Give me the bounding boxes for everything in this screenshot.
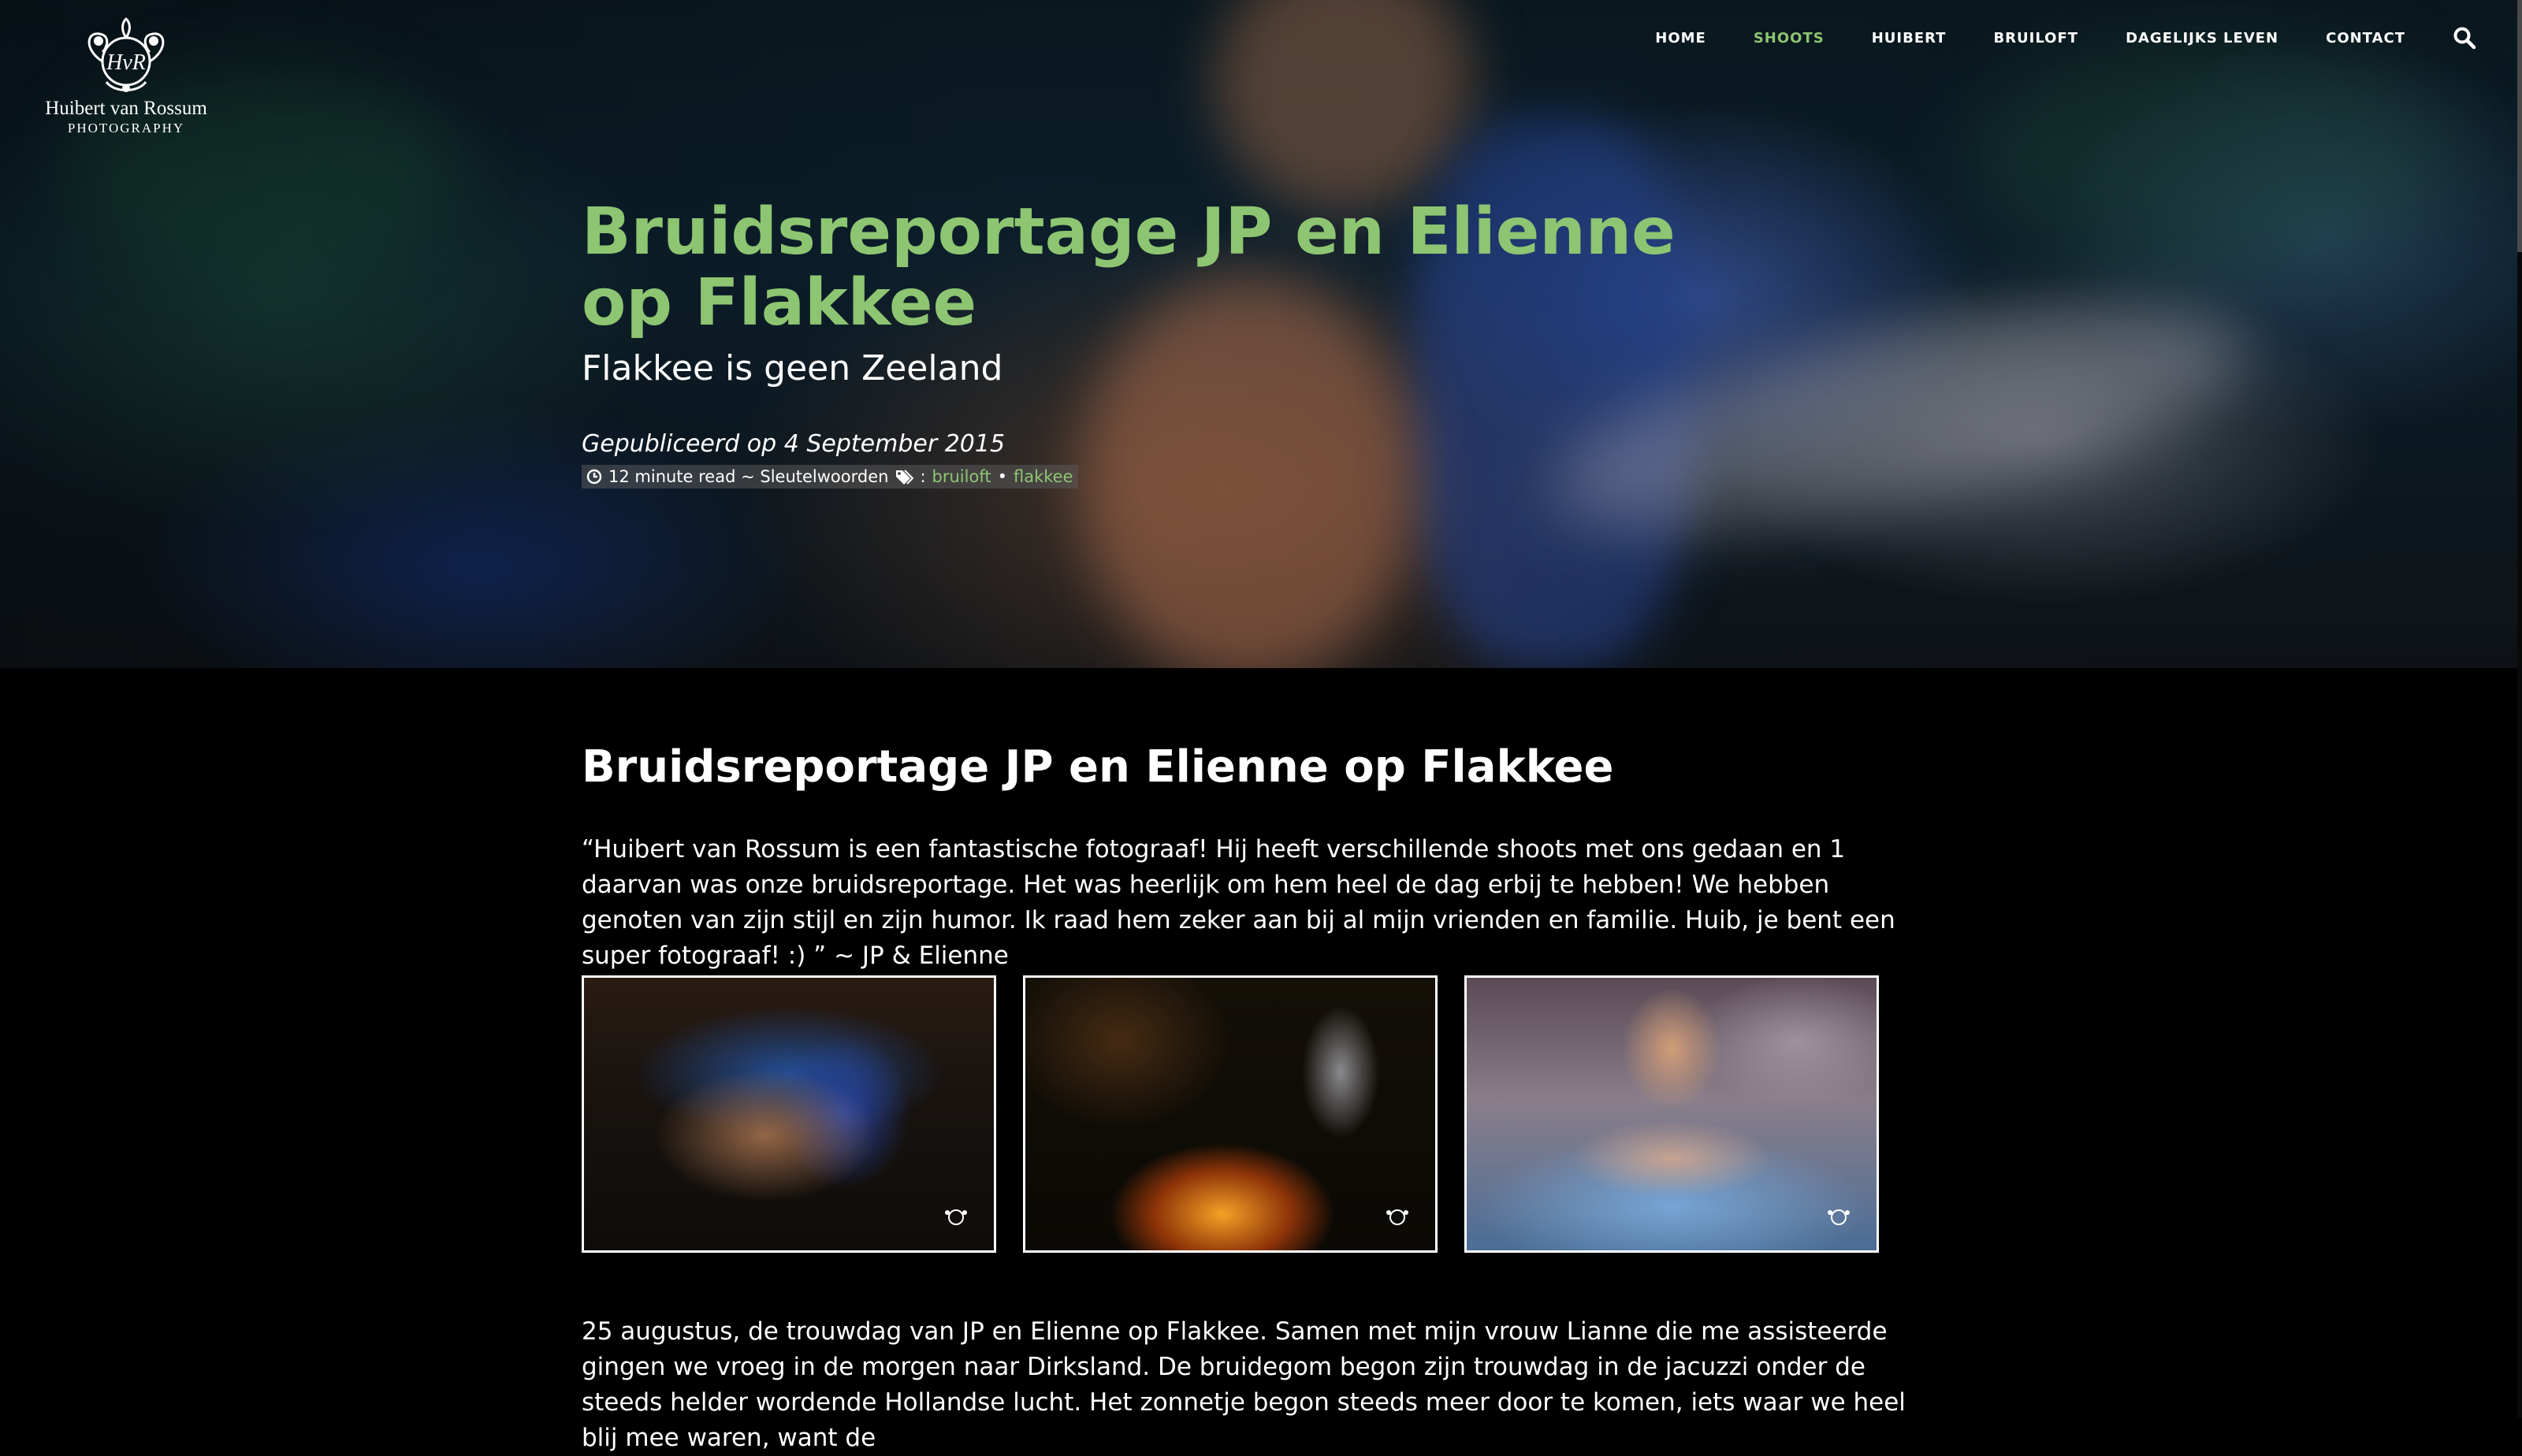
tag-link-bruiloft[interactable]: bruiloft xyxy=(932,466,991,488)
logo-monogram-text: HvR xyxy=(106,50,146,75)
nav-item-shoots[interactable]: SHOOTS xyxy=(1754,30,1825,46)
logo-name: Huibert van Rossum xyxy=(45,98,207,119)
logo-subtitle: PHOTOGRAPHY xyxy=(67,121,185,136)
nav-item-home[interactable]: HOME xyxy=(1655,30,1706,46)
watermark-logo-icon xyxy=(1815,1206,1862,1241)
logo-monogram-icon: HvR xyxy=(87,17,165,92)
publish-date: Gepubliceerd op 4 September 2015 xyxy=(582,430,1006,458)
nav-item-huibert[interactable]: HUIBERT xyxy=(1872,30,1947,46)
scrollbar[interactable] xyxy=(2517,0,2522,1418)
watermark-logo-icon xyxy=(932,1206,980,1241)
page-title: Bruidsreportage JP en Elienne op Flakkee xyxy=(582,195,1676,340)
watermark-logo-icon xyxy=(1374,1206,1421,1241)
page-subtitle: Flakkee is geen Zeeland xyxy=(582,348,1003,388)
article-body: 25 augustus, de trouwdag van JP en Elien… xyxy=(582,1317,1906,1452)
tag-divider: • xyxy=(997,467,1007,486)
clock-icon xyxy=(586,469,602,485)
gallery-photo-jacuzzi[interactable] xyxy=(1464,975,1879,1253)
gallery-photo-tree[interactable] xyxy=(582,975,996,1253)
search-icon[interactable] xyxy=(2453,26,2476,50)
site-logo[interactable]: HvR Huibert van Rossum PHOTOGRAPHY xyxy=(32,17,221,143)
main-nav: HOME SHOOTS HUIBERT BRUILOFT DAGELIJKS L… xyxy=(1608,24,2476,52)
nav-item-bruiloft[interactable]: BRUILOFT xyxy=(1993,30,2078,46)
tags-icon xyxy=(896,470,914,485)
nav-item-contact[interactable]: CONTACT xyxy=(2326,30,2405,46)
photo-gallery xyxy=(582,975,1879,1253)
gallery-photo-fire[interactable] xyxy=(1023,975,1438,1253)
hero-header: Bruidsreportage JP en Elienne op Flakkee… xyxy=(582,197,1764,488)
article-heading: Bruidsreportage JP en Elienne op Flakkee xyxy=(582,741,1614,793)
tags-separator: : xyxy=(920,467,926,486)
scrollbar-thumb[interactable] xyxy=(2517,0,2522,252)
article: Bruidsreportage JP en Elienne op Flakkee… xyxy=(582,741,1921,1452)
tag-link-flakkee[interactable]: flakkee xyxy=(1014,466,1073,488)
testimonial-quote: “Huibert van Rossum is een fantastische … xyxy=(582,835,1895,970)
post-meta: 12 minute read ~ Sleutelwoorden : bruilo… xyxy=(582,465,1078,488)
nav-item-dagelijks-leven[interactable]: DAGELIJKS LEVEN xyxy=(2126,30,2278,46)
read-time: 12 minute read ~ Sleutelwoorden xyxy=(608,467,889,486)
